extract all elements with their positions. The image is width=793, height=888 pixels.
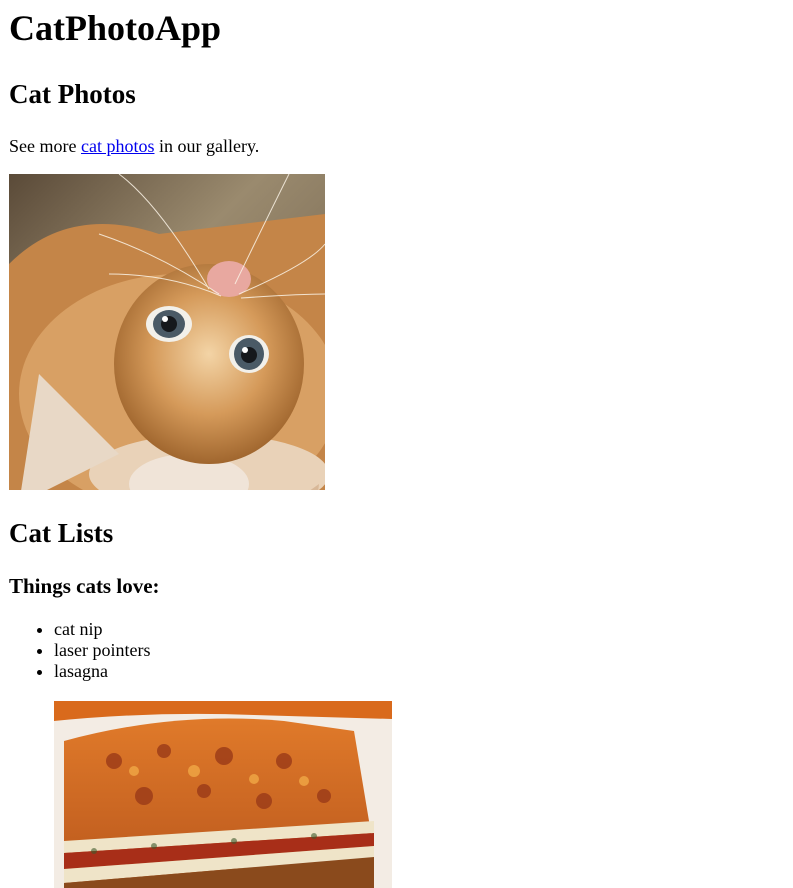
list-item: lasagna	[54, 661, 784, 682]
cat-photos-section: Cat Photos See more cat photos in our ga…	[9, 78, 784, 490]
page-title: CatPhotoApp	[9, 8, 222, 48]
list-item: cat nip	[54, 619, 784, 640]
gallery-paragraph: See more cat photos in our gallery.	[9, 134, 784, 158]
gallery-text-before: See more	[9, 136, 81, 156]
lasagna-image	[54, 701, 392, 888]
section-heading-cat-photos: Cat Photos	[9, 79, 136, 109]
cat-photos-link[interactable]: cat photos	[81, 136, 155, 156]
things-cats-love-list: cat nip laser pointers lasagna	[9, 619, 784, 682]
cat-lists-section: Cat Lists Things cats love: cat nip lase…	[9, 517, 784, 888]
gallery-text-after: in our gallery.	[154, 136, 260, 156]
kitten-image	[9, 174, 325, 490]
list-item: laser pointers	[54, 640, 784, 661]
section-heading-cat-lists: Cat Lists	[9, 518, 114, 548]
things-cats-love-heading: Things cats love:	[9, 574, 160, 598]
main-content: CatPhotoApp Cat Photos See more cat phot…	[0, 0, 793, 888]
